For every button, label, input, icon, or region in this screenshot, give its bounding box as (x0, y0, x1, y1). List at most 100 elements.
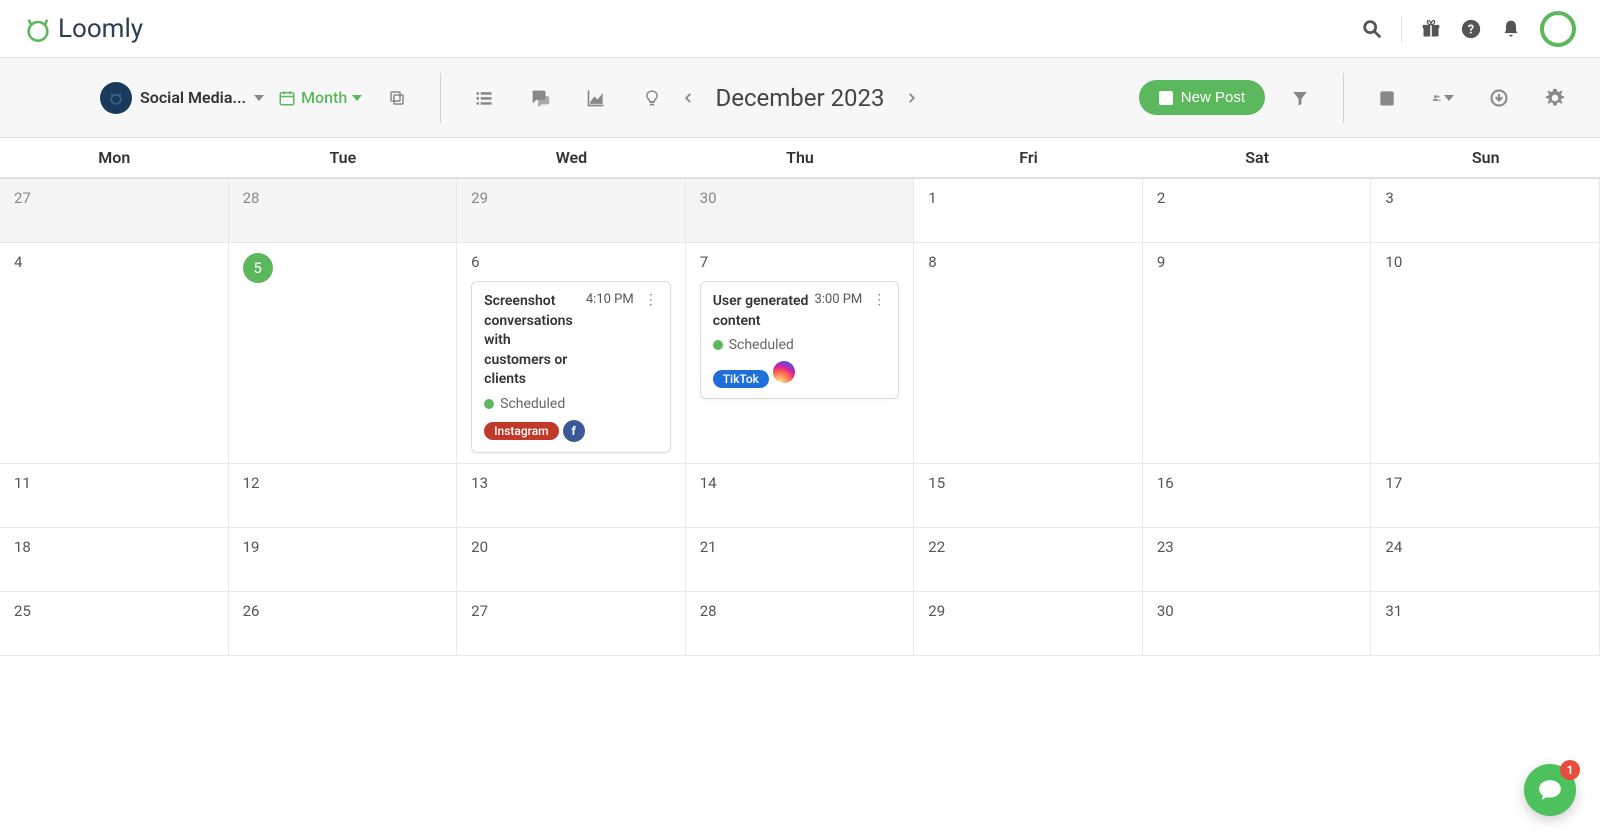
day-number: 4 (14, 253, 214, 271)
day-number: 18 (14, 538, 214, 556)
toolbar-left: Social Media... Month (100, 73, 673, 123)
search-icon[interactable] (1361, 18, 1383, 40)
view-selector[interactable]: Month (278, 88, 362, 107)
day-number: 21 (700, 538, 900, 556)
new-post-button[interactable]: New Post (1139, 80, 1265, 115)
status-dot-icon (713, 340, 723, 350)
day-cell[interactable]: 17 (1371, 464, 1600, 528)
day-number: 2 (1157, 189, 1357, 207)
day-cell[interactable]: 8 (914, 243, 1143, 464)
day-cell[interactable]: 16 (1143, 464, 1372, 528)
day-cell[interactable]: 13 (457, 464, 686, 528)
month-title: December 2023 (715, 84, 884, 112)
day-header: Wed (457, 138, 686, 177)
new-post-icon (1159, 91, 1173, 105)
day-cell[interactable]: 6 Screenshot conversations with customer… (457, 243, 686, 464)
bell-icon[interactable] (1500, 18, 1522, 40)
day-cell[interactable]: 7 User generated content 3:00 PM ⋮ Sched… (686, 243, 915, 464)
day-number: 16 (1157, 474, 1357, 492)
prev-month-button[interactable] (677, 83, 699, 113)
channel-icon (773, 361, 795, 383)
calendar-grid: 27282930123456 Screenshot conversations … (0, 179, 1600, 656)
post-card[interactable]: Screenshot conversations with customers … (471, 281, 671, 453)
day-cell[interactable]: 1 (914, 179, 1143, 243)
day-cell[interactable]: 27 (457, 592, 686, 656)
day-number: 31 (1385, 602, 1585, 620)
new-post-label: New Post (1181, 89, 1245, 106)
calendar-selector[interactable]: Social Media... (100, 82, 264, 114)
day-number: 19 (243, 538, 443, 556)
day-cell[interactable]: 2 (1143, 179, 1372, 243)
download-icon[interactable] (1488, 87, 1510, 109)
day-number: 14 (700, 474, 900, 492)
day-cell[interactable]: 26 (229, 592, 458, 656)
post-status: Scheduled (713, 337, 887, 353)
settings-icon[interactable] (1544, 87, 1566, 109)
library-icon[interactable] (1376, 87, 1398, 109)
day-cell[interactable]: 19 (229, 528, 458, 592)
analytics-icon[interactable] (585, 87, 607, 109)
day-cell[interactable]: 11 (0, 464, 229, 528)
day-cell[interactable]: 5 (229, 243, 458, 464)
post-menu-icon[interactable]: ⋮ (872, 292, 886, 308)
header-actions: ? (1361, 11, 1576, 47)
list-icon[interactable] (473, 87, 495, 109)
day-cell[interactable]: 21 (686, 528, 915, 592)
post-card[interactable]: User generated content 3:00 PM ⋮ Schedul… (700, 281, 900, 399)
calendar-name: Social Media... (140, 88, 246, 107)
calendar-chip-icon (100, 82, 132, 114)
day-cell[interactable]: 24 (1371, 528, 1600, 592)
day-cell[interactable]: 28 (686, 592, 915, 656)
day-cell[interactable]: 30 (686, 179, 915, 243)
post-time: 4:10 PM (586, 292, 634, 307)
collaborators-icon[interactable] (1432, 87, 1454, 109)
post-time: 3:00 PM (814, 292, 862, 307)
day-cell[interactable]: 31 (1371, 592, 1600, 656)
day-cell[interactable]: 20 (457, 528, 686, 592)
day-cell[interactable]: 22 (914, 528, 1143, 592)
day-cell[interactable]: 9 (1143, 243, 1372, 464)
day-number: 25 (14, 602, 214, 620)
day-cell[interactable]: 23 (1143, 528, 1372, 592)
day-cell[interactable]: 25 (0, 592, 229, 656)
post-tag: Instagram (484, 422, 558, 440)
day-number: 26 (243, 602, 443, 620)
day-cell[interactable]: 29 (457, 179, 686, 243)
day-cell[interactable]: 18 (0, 528, 229, 592)
post-menu-icon[interactable]: ⋮ (644, 292, 658, 308)
filter-icon[interactable] (1289, 87, 1311, 109)
day-cell[interactable]: 12 (229, 464, 458, 528)
chat-launcher[interactable]: 1 (1524, 764, 1576, 816)
caret-down-icon (1444, 95, 1454, 101)
day-number: 7 (700, 253, 900, 271)
day-number: 29 (471, 189, 671, 207)
copy-icon[interactable] (386, 87, 408, 109)
avatar[interactable] (1540, 11, 1576, 47)
day-number: 13 (471, 474, 671, 492)
day-cell[interactable]: 14 (686, 464, 915, 528)
day-number: 23 (1157, 538, 1357, 556)
channel-icon: f (563, 420, 585, 442)
day-cell[interactable]: 28 (229, 179, 458, 243)
gift-icon[interactable] (1420, 18, 1442, 40)
next-month-button[interactable] (901, 83, 923, 113)
day-header: Sat (1143, 138, 1372, 177)
help-icon[interactable]: ? (1460, 18, 1482, 40)
day-cell[interactable]: 30 (1143, 592, 1372, 656)
day-number: 24 (1385, 538, 1585, 556)
caret-down-icon (254, 95, 264, 101)
day-cell[interactable]: 10 (1371, 243, 1600, 464)
app-header: Loomly ? (0, 0, 1600, 58)
day-cell[interactable]: 27 (0, 179, 229, 243)
day-cell[interactable]: 4 (0, 243, 229, 464)
day-number: 11 (14, 474, 214, 492)
day-cell[interactable]: 29 (914, 592, 1143, 656)
brand-logo[interactable]: Loomly (24, 14, 143, 44)
idea-icon[interactable] (641, 87, 663, 109)
day-number: 10 (1385, 253, 1585, 271)
comments-icon[interactable] (529, 87, 551, 109)
day-headers: Mon Tue Wed Thu Fri Sat Sun (0, 138, 1600, 179)
day-number: 28 (243, 189, 443, 207)
day-cell[interactable]: 3 (1371, 179, 1600, 243)
day-cell[interactable]: 15 (914, 464, 1143, 528)
